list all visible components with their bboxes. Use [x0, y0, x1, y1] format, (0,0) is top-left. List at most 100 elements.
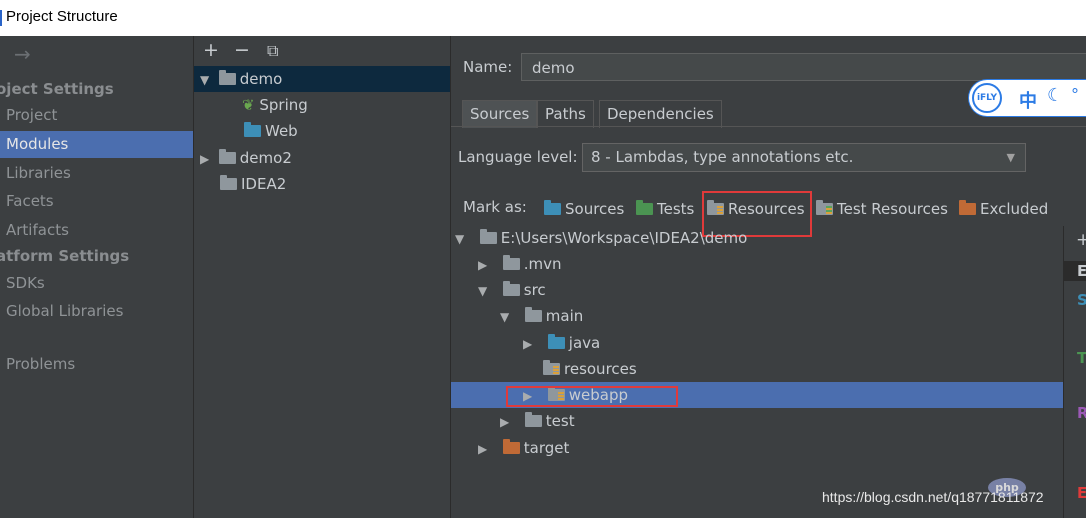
summary-letter: E: [1077, 484, 1086, 502]
nav-item-project[interactable]: Project: [0, 102, 193, 129]
watermark-text: https://blog.csdn.net/q18771811872: [822, 489, 1044, 505]
module-label: demo: [239, 70, 283, 88]
tree-row-label: E:\Users\Workspace\IDEA2\demo: [500, 229, 748, 247]
module-label: demo2: [239, 149, 292, 167]
folder-icon: [479, 229, 497, 244]
expanded-arrow-icon[interactable]: ▼: [500, 304, 514, 330]
nav-item-global-libraries[interactable]: Global Libraries: [0, 298, 193, 325]
name-label: Name:: [463, 58, 513, 76]
module-item-idea2[interactable]: IDEA2: [194, 171, 450, 197]
module-item-demo[interactable]: ▼ demo: [194, 66, 450, 92]
module-folder-icon: [218, 149, 236, 164]
nav-item-facets[interactable]: Facets: [0, 188, 193, 215]
tree-row-label: .mvn: [523, 255, 562, 273]
tree-row-root[interactable]: ▼ E:\Users\Workspace\IDEA2\demo: [451, 225, 1063, 251]
folder-icon: [502, 281, 520, 296]
settings-nav: → oject Settings Project Modules Librari…: [0, 36, 194, 518]
remove-icon[interactable]: −: [234, 39, 250, 61]
tree-row-label: main: [545, 307, 584, 325]
collapsed-arrow-icon[interactable]: ▶: [200, 146, 214, 172]
tab-paths[interactable]: Paths: [537, 100, 594, 128]
test-resources-folder-icon: [816, 200, 833, 215]
mark-tests-button[interactable]: Tests: [636, 198, 694, 220]
mark-sources-label: Sources: [565, 200, 625, 218]
window-title: Project Structure: [6, 8, 118, 25]
facet-item-spring[interactable]: ❦ Spring: [194, 92, 450, 118]
folder-icon: [524, 412, 542, 427]
facet-label: Web: [265, 122, 298, 140]
mark-sources-button[interactable]: Sources: [544, 198, 624, 220]
window-icon: [0, 10, 2, 26]
facet-label: Spring: [259, 96, 308, 114]
mark-excluded-button[interactable]: Excluded: [959, 198, 1048, 220]
add-content-root-icon[interactable]: +: [1076, 230, 1086, 250]
expanded-arrow-icon[interactable]: ▼: [200, 67, 214, 93]
sources-folder-icon: [547, 334, 565, 349]
tree-row-mvn[interactable]: ▶ .mvn: [451, 251, 1063, 277]
nav-item-problems[interactable]: Problems: [0, 351, 193, 378]
spring-leaf-icon: ❦: [242, 96, 255, 114]
facet-item-web[interactable]: Web: [194, 118, 450, 144]
tree-row-label: target: [523, 439, 570, 457]
dropdown-arrow-icon: ▼: [1006, 151, 1015, 164]
ime-toolbar[interactable]: iFLY 中 ☾ °: [968, 79, 1086, 117]
resources-folder-icon: [543, 360, 560, 375]
summary-letter: T: [1077, 349, 1086, 367]
tree-row-test[interactable]: ▶ test: [451, 408, 1063, 434]
summary-letter: E: [1077, 262, 1086, 280]
module-folder-icon: [218, 70, 236, 85]
tree-row-label: test: [545, 412, 575, 430]
collapsed-arrow-icon[interactable]: ▶: [523, 331, 537, 357]
tab-sources[interactable]: Sources: [462, 100, 538, 128]
tests-folder-icon: [636, 200, 653, 215]
module-label: IDEA2: [241, 175, 287, 193]
tree-row-target[interactable]: ▶ target: [451, 435, 1063, 461]
add-icon[interactable]: +: [203, 39, 219, 61]
modules-panel: + − ⧉ ▼ demo ❦ Spring Web ▶ demo2 IDEA2: [194, 36, 451, 518]
tree-row-label: java: [568, 334, 601, 352]
tree-row-label: src: [523, 281, 546, 299]
title-bar: Project Structure: [0, 0, 1086, 36]
collapsed-arrow-icon[interactable]: ▶: [478, 436, 492, 462]
expanded-arrow-icon[interactable]: ▼: [455, 226, 469, 252]
webapp-highlight-box: [506, 386, 678, 407]
module-folder-icon: [220, 175, 237, 190]
mark-tests-label: Tests: [657, 200, 695, 218]
nav-item-sdks[interactable]: SDKs: [0, 270, 193, 297]
mark-excluded-label: Excluded: [980, 200, 1049, 218]
nav-item-artifacts[interactable]: Artifacts: [0, 217, 193, 244]
nav-item-modules[interactable]: Modules: [0, 131, 193, 158]
language-level-select[interactable]: 8 - Lambdas, type annotations etc. ▼: [582, 143, 1026, 172]
copy-icon[interactable]: ⧉: [267, 41, 278, 61]
sources-folder-icon: [544, 200, 561, 215]
tree-row-java[interactable]: ▶ java: [451, 330, 1063, 356]
section-platform-settings: atform Settings: [0, 247, 130, 265]
language-level-value: 8 - Lambdas, type annotations etc.: [591, 148, 854, 166]
collapsed-arrow-icon[interactable]: ▶: [500, 409, 514, 435]
tree-row-main[interactable]: ▼ main: [451, 303, 1063, 329]
module-item-demo2[interactable]: ▶ demo2: [194, 145, 450, 171]
nav-item-libraries[interactable]: Libraries: [0, 160, 193, 187]
summary-letter: R: [1077, 404, 1086, 422]
web-facet-icon: [244, 122, 261, 137]
tab-dependencies[interactable]: Dependencies: [599, 100, 722, 128]
tree-row-label: resources: [564, 360, 637, 378]
chinese-mode-icon[interactable]: 中: [1019, 87, 1037, 113]
summary-letter: S: [1077, 291, 1086, 309]
mark-as-label: Mark as:: [463, 198, 527, 216]
section-project-settings: oject Settings: [0, 80, 114, 98]
module-name-field[interactable]: demo: [521, 53, 1086, 81]
tree-row-src[interactable]: ▼ src: [451, 277, 1063, 303]
excluded-folder-icon: [959, 200, 976, 215]
content-root-summary: + E S T R E: [1063, 226, 1086, 518]
moon-icon[interactable]: ☾: [1047, 85, 1063, 106]
mark-test-resources-button[interactable]: Test Resources: [816, 198, 948, 220]
expanded-arrow-icon[interactable]: ▼: [478, 278, 492, 304]
tree-row-resources[interactable]: resources: [451, 356, 1063, 382]
tab-divider: [451, 126, 1086, 127]
collapsed-arrow-icon[interactable]: ▶: [478, 252, 492, 278]
language-level-label: Language level:: [458, 148, 578, 166]
punctuation-icon[interactable]: °: [1071, 85, 1079, 104]
arrow-right-icon[interactable]: →: [14, 42, 31, 66]
folder-icon: [524, 307, 542, 322]
